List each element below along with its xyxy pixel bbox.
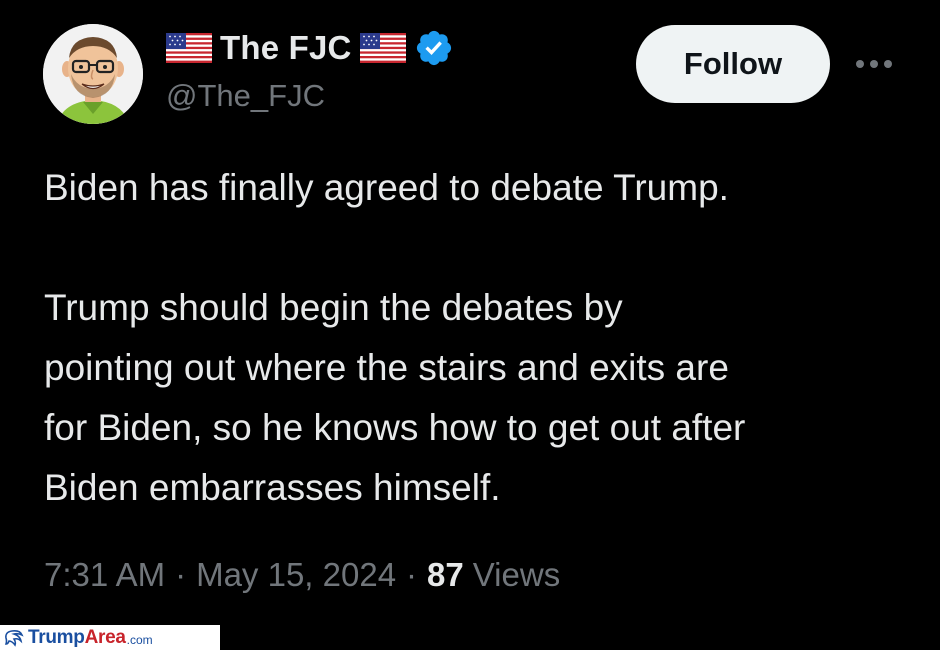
tweet-paragraph-1: Biden has finally agreed to debate Trump… xyxy=(44,167,729,208)
views-label[interactable]: Views xyxy=(473,556,560,594)
watermark-brand-part2: Area xyxy=(84,626,126,648)
bottom-strip xyxy=(220,625,940,650)
watermark: Trump Area .com xyxy=(0,625,220,650)
hair-logo-icon xyxy=(4,629,24,647)
author-handle[interactable]: @The_FJC xyxy=(166,78,325,114)
meta-separator: · xyxy=(175,556,187,593)
tweet-time[interactable]: 7:31 AM xyxy=(44,556,165,594)
views-count[interactable]: 87 xyxy=(427,556,464,594)
author-display-name[interactable]: The FJC xyxy=(220,29,352,67)
dot xyxy=(856,60,864,68)
watermark-brand-part1: Trump xyxy=(28,626,85,648)
tweet-card: The FJC @The_FJC Follow Biden has finall… xyxy=(0,0,940,625)
avatar-illustration xyxy=(43,24,143,124)
watermark-brand-suffix: .com xyxy=(126,633,153,647)
more-options-icon[interactable] xyxy=(848,50,900,78)
tweet-line: for Biden, so he knows how to get out af… xyxy=(44,407,746,448)
follow-button[interactable]: Follow xyxy=(636,25,830,103)
tweet-line: Biden embarrasses himself. xyxy=(44,467,501,508)
verified-badge-icon[interactable] xyxy=(414,28,454,68)
meta-separator: · xyxy=(406,556,418,593)
tweet-line: Trump should begin the debates by xyxy=(44,287,623,328)
dot xyxy=(870,60,878,68)
tweet-date[interactable]: May 15, 2024 xyxy=(196,556,396,594)
tweet-line: pointing out where the stairs and exits … xyxy=(44,347,729,388)
us-flag-icon xyxy=(166,33,212,63)
avatar[interactable] xyxy=(43,24,143,124)
tweet-text: Biden has finally agreed to debate Trump… xyxy=(44,158,924,518)
us-flag-icon xyxy=(359,33,406,63)
dot xyxy=(884,60,892,68)
tweet-meta: 7:31 AM · May 15, 2024 · 87 Views xyxy=(44,556,560,594)
author-name-row[interactable]: The FJC xyxy=(166,28,454,68)
